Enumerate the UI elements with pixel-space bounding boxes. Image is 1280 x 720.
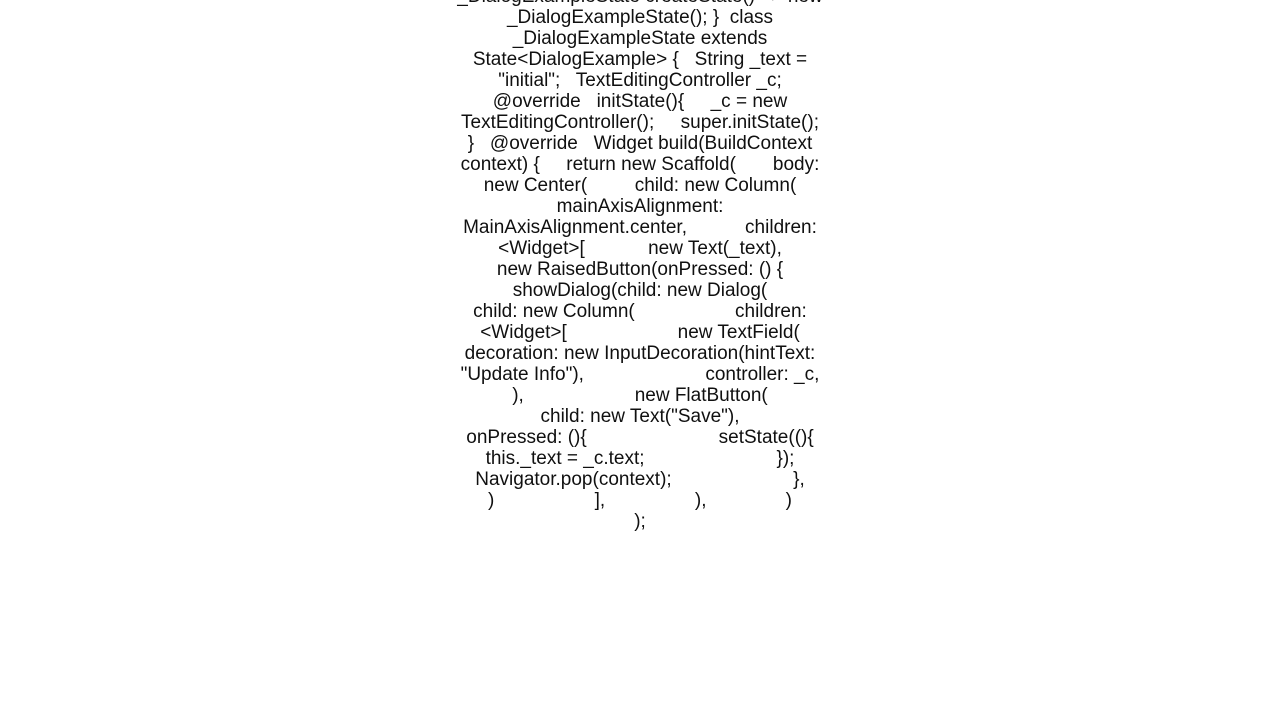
code-snippet: _DialogExampleState createState() => new… xyxy=(450,0,830,532)
code-container: _DialogExampleState createState() => new… xyxy=(450,0,830,532)
